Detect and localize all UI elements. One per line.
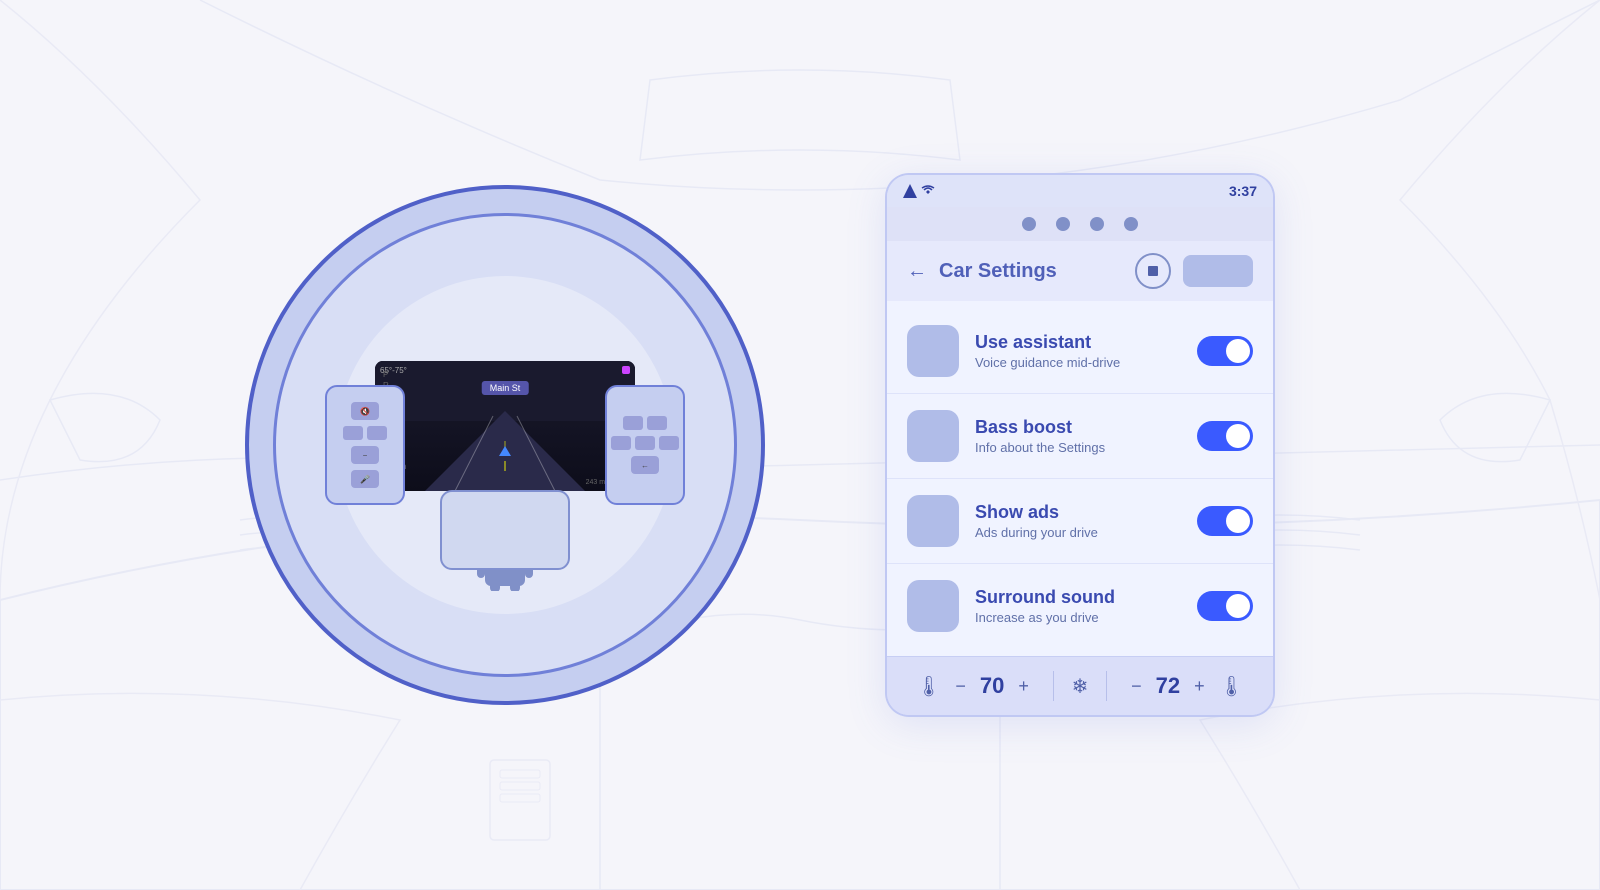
temp-left-value: 70 xyxy=(980,673,1004,699)
check-btn[interactable] xyxy=(635,436,655,450)
setting-item-show-ads: Show ads Ads during your drive xyxy=(887,479,1273,564)
indicator-dot-2 xyxy=(1056,217,1070,231)
vol-down-btn[interactable]: − xyxy=(351,446,379,464)
climate-left-section: 🌡 − 70 + xyxy=(916,673,1035,699)
indicator-dot-3 xyxy=(1090,217,1104,231)
temp-right-value: 72 xyxy=(1156,673,1180,699)
surround-sound-desc: Increase as you drive xyxy=(975,610,1181,625)
dots-row xyxy=(887,207,1273,241)
settings-list: Use assistant Voice guidance mid-drive B… xyxy=(887,301,1273,656)
temp-left-plus[interactable]: + xyxy=(1012,674,1035,699)
settings-panel: 3:37 ← Car Settings xyxy=(885,173,1275,717)
list-btn[interactable] xyxy=(611,436,631,450)
indicator-dot-1 xyxy=(1022,217,1036,231)
bass-boost-text: Bass boost Info about the Settings xyxy=(975,417,1181,455)
show-ads-toggle[interactable] xyxy=(1197,506,1253,536)
skip-fwd-btn[interactable] xyxy=(367,426,387,440)
show-ads-text: Show ads Ads during your drive xyxy=(975,502,1181,540)
header-action-button[interactable] xyxy=(1183,255,1253,287)
mute-btn[interactable]: 🔇 xyxy=(351,402,379,420)
bass-boost-title: Bass boost xyxy=(975,417,1181,438)
stop-button[interactable] xyxy=(1135,253,1171,289)
use-assistant-text: Use assistant Voice guidance mid-drive xyxy=(975,332,1181,370)
fan-icon: ❄ xyxy=(1072,674,1089,699)
temp-right-minus[interactable]: − xyxy=(1125,674,1148,699)
skip-back-btn[interactable] xyxy=(343,426,363,440)
back-button[interactable]: ← xyxy=(907,260,927,283)
use-assistant-toggle[interactable] xyxy=(1197,336,1253,366)
setting-item-use-assistant: Use assistant Voice guidance mid-drive xyxy=(887,309,1273,394)
surround-sound-text: Surround sound Increase as you drive xyxy=(975,587,1181,625)
show-ads-toggle-thumb xyxy=(1226,509,1250,533)
status-bar: 3:37 xyxy=(887,175,1273,207)
bass-boost-desc: Info about the Settings xyxy=(975,440,1181,455)
surround-sound-title: Surround sound xyxy=(975,587,1181,608)
status-icons xyxy=(903,184,935,198)
header-bar: ← Car Settings xyxy=(887,241,1273,301)
page-title: Car Settings xyxy=(939,260,1123,283)
nav-street-label: Main St xyxy=(482,381,529,395)
setting-item-bass-boost: Bass boost Info about the Settings xyxy=(887,394,1273,479)
signal-icon xyxy=(903,184,917,198)
back-hw-btn[interactable]: ← xyxy=(631,456,659,474)
use-assistant-icon xyxy=(907,325,959,377)
climate-center-section: ❄ xyxy=(1072,674,1089,699)
temp-left-minus[interactable]: − xyxy=(949,674,972,699)
back-arrow-icon: ← xyxy=(907,260,927,283)
menu-btn[interactable] xyxy=(623,416,643,430)
wifi-icon xyxy=(921,185,935,197)
climate-bar: 🌡 − 70 + ❄ − 72 + 🌡 xyxy=(887,656,1273,715)
bass-boost-icon xyxy=(907,410,959,462)
steering-right-controls: ← xyxy=(605,385,685,505)
surround-sound-toggle[interactable] xyxy=(1197,591,1253,621)
stop-icon xyxy=(1146,264,1160,278)
steering-left-controls: 🔇 − 🎤 xyxy=(325,385,405,505)
use-assistant-title: Use assistant xyxy=(975,332,1181,353)
setting-item-surround-sound: Surround sound Increase as you drive xyxy=(887,564,1273,648)
heat-left-icon: 🌡 xyxy=(916,674,941,699)
use-assistant-toggle-thumb xyxy=(1226,339,1250,363)
bass-boost-toggle-thumb xyxy=(1226,424,1250,448)
climate-divider-2 xyxy=(1106,671,1107,701)
use-assistant-desc: Voice guidance mid-drive xyxy=(975,355,1181,370)
steering-bottom-hub xyxy=(440,490,570,570)
surround-sound-icon xyxy=(907,580,959,632)
nav-map: 65°-75° P R N D Main St xyxy=(375,361,635,491)
climate-divider-1 xyxy=(1053,671,1054,701)
bass-boost-toggle[interactable] xyxy=(1197,421,1253,451)
show-ads-icon xyxy=(907,495,959,547)
up-btn[interactable] xyxy=(647,416,667,430)
heat-right-icon: 🌡 xyxy=(1219,674,1244,699)
steering-wheel-section: 65°-75° P R N D Main St xyxy=(245,185,765,705)
show-ads-desc: Ads during your drive xyxy=(975,525,1181,540)
down-btn[interactable] xyxy=(659,436,679,450)
temp-right-plus[interactable]: + xyxy=(1188,674,1211,699)
main-content: 65°-75° P R N D Main St xyxy=(0,0,1600,890)
nav-indicator xyxy=(622,366,630,374)
voice-btn[interactable]: 🎤 xyxy=(351,470,379,488)
surround-sound-toggle-thumb xyxy=(1226,594,1250,618)
show-ads-title: Show ads xyxy=(975,502,1181,523)
navigation-screen: 65°-75° P R N D Main St xyxy=(375,361,635,491)
status-time: 3:37 xyxy=(1229,183,1257,199)
climate-right-section: − 72 + 🌡 xyxy=(1125,673,1244,699)
indicator-dot-4 xyxy=(1124,217,1138,231)
